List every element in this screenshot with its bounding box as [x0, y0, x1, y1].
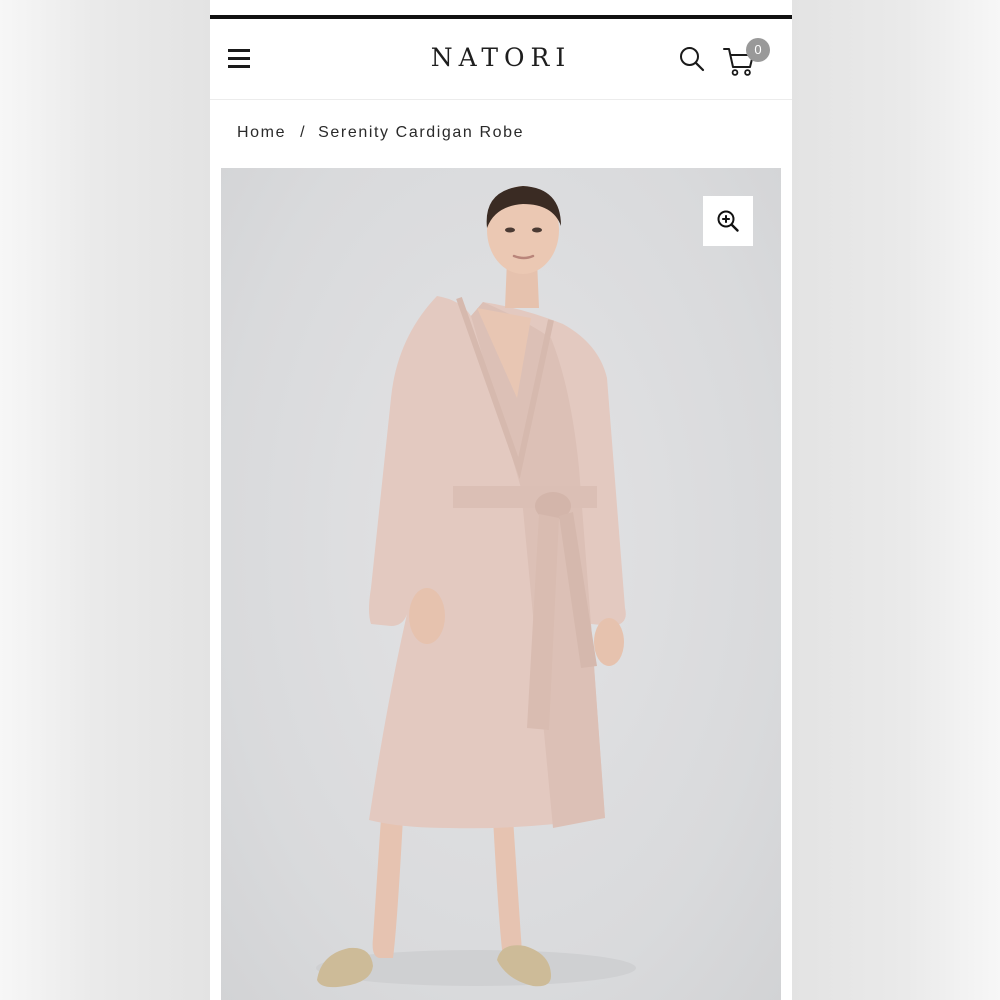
cart-count-badge: 0	[746, 38, 770, 62]
breadcrumb: Home / Serenity Cardigan Robe	[237, 124, 524, 142]
search-button[interactable]	[678, 45, 706, 73]
search-icon	[680, 47, 705, 72]
background-right-blur	[792, 0, 1000, 1000]
background-left-blur	[0, 0, 210, 1000]
zoom-in-icon	[717, 210, 739, 232]
mobile-page: NATORI 0 Home / Serenity Cardigan Robe	[210, 0, 792, 1000]
product-image[interactable]	[221, 168, 781, 1000]
breadcrumb-separator: /	[300, 124, 307, 141]
zoom-button[interactable]	[703, 196, 753, 246]
breadcrumb-current: Serenity Cardigan Robe	[318, 124, 525, 141]
site-header: NATORI 0	[210, 19, 792, 100]
breadcrumb-home-link[interactable]: Home	[237, 124, 286, 141]
product-photo-illustration	[316, 186, 636, 988]
